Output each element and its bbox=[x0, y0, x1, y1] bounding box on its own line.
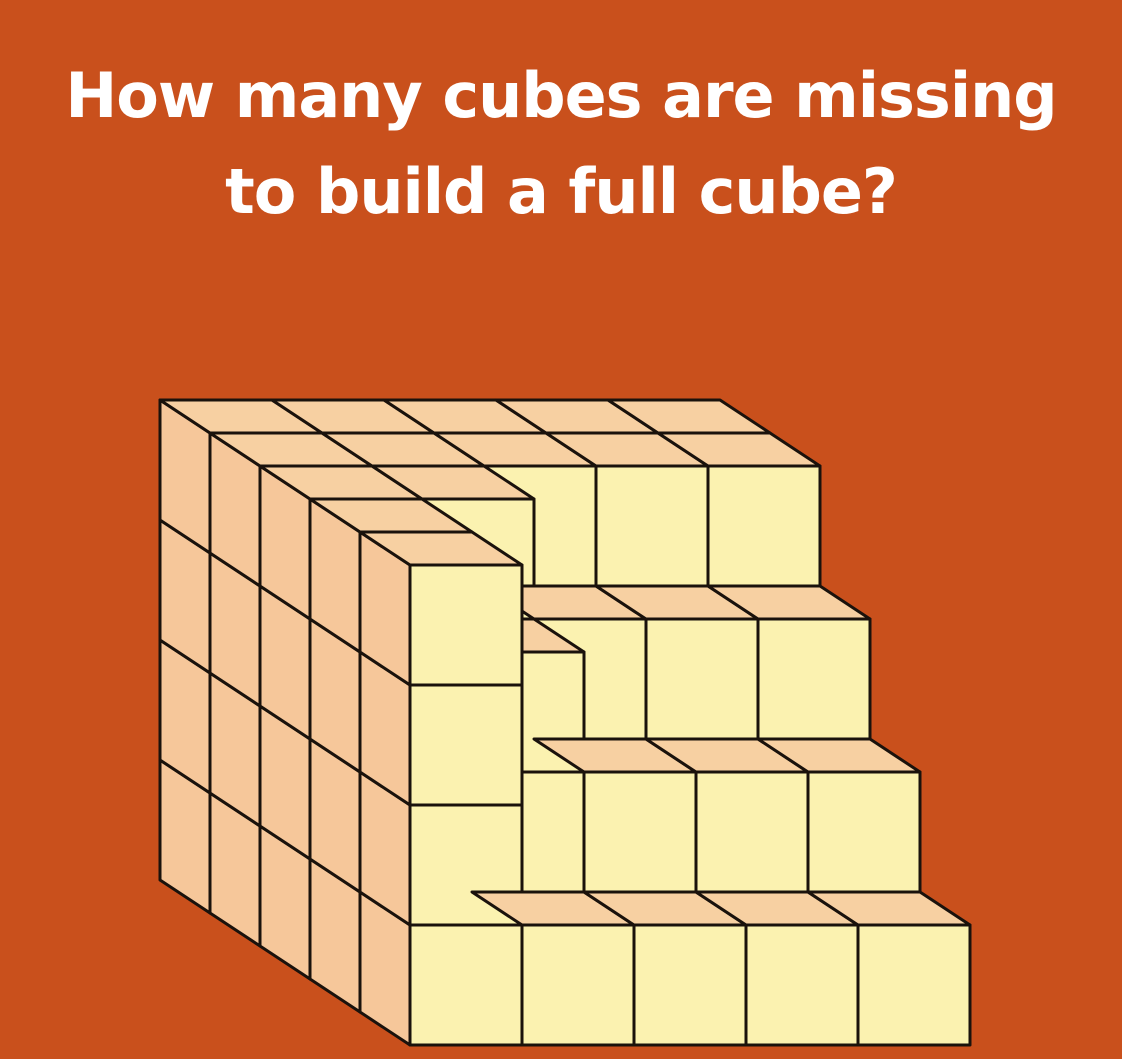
cube-front-face bbox=[856, 923, 972, 1047]
cube-front-face bbox=[744, 923, 860, 1047]
cube-front-face bbox=[408, 563, 524, 687]
cube-front-face bbox=[520, 923, 636, 1047]
cube-front-face bbox=[694, 770, 810, 894]
cube-front-face bbox=[408, 683, 524, 807]
cube-front-face bbox=[644, 617, 760, 741]
cube-front-face bbox=[408, 923, 524, 1047]
cube-front-face bbox=[594, 464, 710, 588]
puzzle-card: How many cubes are missing to build a fu… bbox=[0, 0, 1122, 1059]
cube-front-face bbox=[806, 770, 922, 894]
cube-front-face bbox=[582, 770, 698, 894]
cube-front-face bbox=[706, 464, 822, 588]
cube-front-face bbox=[632, 923, 748, 1047]
staircase-cube-figure bbox=[158, 398, 972, 1047]
cube-front-face bbox=[756, 617, 872, 741]
